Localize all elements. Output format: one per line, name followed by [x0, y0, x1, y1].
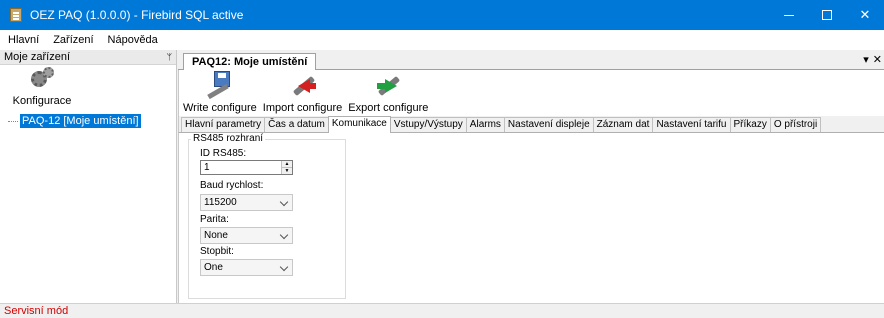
id-rs485-input[interactable]: 1 ▲ ▼	[200, 160, 293, 175]
rs485-group-title: RS485 rozhraní	[191, 133, 266, 144]
tab-alarms[interactable]: Alarms	[465, 117, 505, 132]
menu-hlavni[interactable]: Hlavní	[8, 34, 39, 46]
minimize-button[interactable]	[770, 0, 808, 30]
status-text: Servisní mód	[4, 305, 69, 317]
parity-value: None	[204, 230, 228, 241]
export-configure-button[interactable]: Export configure	[348, 71, 428, 116]
window-title: OEZ PAQ (1.0.0.0) - Firebird SQL active	[30, 8, 244, 22]
maximize-button[interactable]	[808, 0, 846, 30]
tree-item-paq12[interactable]: PAQ-12 [Moje umístění]	[19, 113, 142, 129]
title-bar: OEZ PAQ (1.0.0.0) - Firebird SQL active …	[0, 0, 884, 30]
menu-napoveda[interactable]: Nápověda	[108, 34, 158, 46]
tab-nastaveni-displeje[interactable]: Nastavení displeje	[503, 117, 594, 132]
stopbit-label: Stopbit:	[200, 246, 234, 257]
tab-prikazy[interactable]: Příkazy	[729, 117, 771, 132]
chevron-down-icon	[279, 230, 289, 240]
pin-icon[interactable]: ᛘ	[167, 52, 172, 62]
id-rs485-label: ID RS485:	[200, 148, 247, 159]
settings-tabs: Hlavní parametry Čas a datum Komunikace …	[178, 116, 884, 133]
tab-vstupy-vystupy[interactable]: Vstupy/Výstupy	[389, 117, 467, 132]
document-dropdown-icon[interactable]: ▾	[863, 53, 869, 66]
stopbit-select[interactable]: One	[200, 259, 293, 276]
devices-panel: Moje zařízení ᛘ Konfigurace PAQ-12 [Moje…	[0, 50, 177, 303]
import-configure-button[interactable]: Import configure	[263, 71, 342, 116]
status-bar: Servisní mód	[0, 303, 884, 318]
spin-down-icon[interactable]: ▼	[282, 168, 292, 174]
import-configure-label: Import configure	[262, 102, 343, 114]
close-icon: ✕	[859, 7, 871, 22]
import-config-icon	[288, 71, 318, 101]
document-tab-paq12[interactable]: PAQ12: Moje umístění	[183, 53, 317, 70]
write-config-icon	[205, 71, 235, 101]
baud-rate-value: 115200	[204, 197, 237, 208]
close-button[interactable]: ✕	[846, 0, 884, 30]
app-icon	[10, 8, 22, 22]
menu-bar: Hlavní Zařízení Nápověda	[0, 30, 884, 50]
export-configure-label: Export configure	[348, 102, 429, 114]
chevron-down-icon	[279, 197, 289, 207]
id-rs485-spinner[interactable]: ▲ ▼	[281, 161, 292, 174]
tab-komunikace[interactable]: Komunikace	[327, 116, 391, 133]
parity-label: Parita:	[200, 214, 229, 225]
menu-zarizeni[interactable]: Zařízení	[53, 34, 93, 46]
rs485-group: RS485 rozhraní ID RS485: 1 ▲ ▼ Baud rych…	[188, 133, 346, 299]
write-configure-label: Write configure	[183, 102, 257, 114]
export-config-icon	[373, 71, 403, 101]
id-rs485-value: 1	[204, 162, 210, 173]
devices-panel-title: Moje zařízení	[4, 51, 71, 63]
spin-up-icon[interactable]: ▲	[282, 161, 292, 168]
baud-rate-label: Baud rychlost:	[200, 180, 264, 191]
baud-rate-select[interactable]: 115200	[200, 194, 293, 211]
window-controls: ✕	[770, 0, 884, 30]
komunikace-panel: RS485 rozhraní ID RS485: 1 ▲ ▼ Baud rych…	[178, 133, 884, 303]
document-close-icon[interactable]: ✕	[873, 53, 882, 66]
maximize-icon	[822, 10, 832, 20]
toolbar: Write configure Import configure Export …	[178, 70, 884, 116]
parity-select[interactable]: None	[200, 227, 293, 244]
gear-icon	[29, 67, 55, 91]
chevron-down-icon	[279, 262, 289, 272]
tab-zaznam-dat[interactable]: Záznam dat	[592, 117, 654, 132]
document-controls: ▾ ✕	[863, 53, 882, 66]
tab-cas-a-datum[interactable]: Čas a datum	[264, 117, 329, 132]
devices-panel-header: Moje zařízení ᛘ	[0, 50, 176, 65]
configuration-label: Konfigurace	[12, 95, 72, 107]
stopbit-value: One	[204, 262, 223, 273]
minimize-icon	[784, 14, 794, 16]
configuration-button[interactable]: Konfigurace	[2, 67, 82, 111]
tab-hlavni-parametry[interactable]: Hlavní parametry	[181, 117, 266, 132]
tree-connector	[8, 121, 18, 122]
device-tree: PAQ-12 [Moje umístění]	[6, 113, 176, 129]
write-configure-button[interactable]: Write configure	[183, 71, 257, 116]
document-area: PAQ12: Moje umístění ▾ ✕ Write configure…	[178, 50, 884, 303]
tab-nastaveni-tarifu[interactable]: Nastavení tarifu	[652, 117, 731, 132]
tab-o-pristroji[interactable]: O přístroji	[769, 117, 822, 132]
document-tab-strip: PAQ12: Moje umístění ▾ ✕	[178, 50, 884, 70]
